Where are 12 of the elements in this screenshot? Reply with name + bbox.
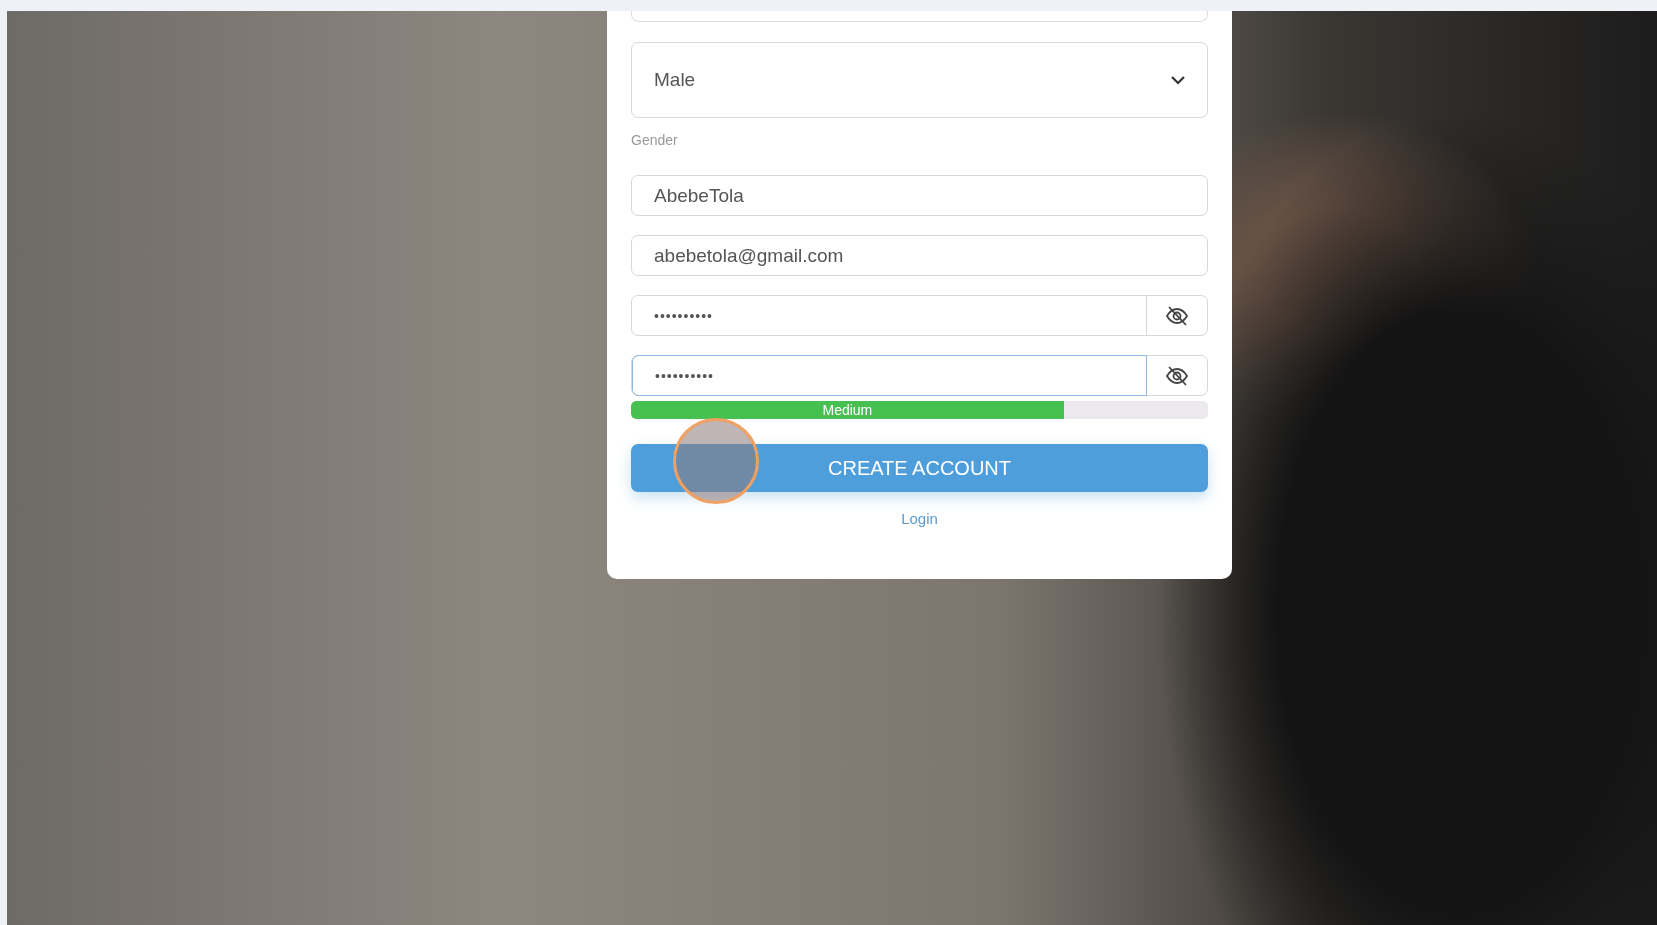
chevron-down-icon xyxy=(1171,75,1185,85)
field-label: Gender xyxy=(631,132,679,148)
eye-slash-icon xyxy=(1165,365,1189,386)
password-field[interactable]: •••••••••• xyxy=(631,355,1208,396)
text-field[interactable]: abebetola@gmail.com xyxy=(631,235,1208,276)
select-value: Male xyxy=(654,69,696,91)
eye-slash-icon xyxy=(1165,305,1189,326)
text-field[interactable]: AbebeTola xyxy=(631,175,1208,216)
input-field[interactable] xyxy=(631,11,1208,22)
password-field[interactable]: •••••••••• xyxy=(631,295,1208,336)
strength-label: Medium xyxy=(821,401,874,419)
gender-select[interactable]: Male xyxy=(631,42,1208,118)
